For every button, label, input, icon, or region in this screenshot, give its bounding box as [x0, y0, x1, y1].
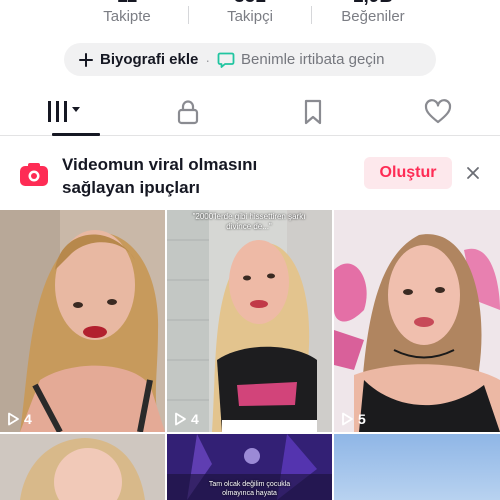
contact-me-button[interactable]: Benimle irtibata geçin [241, 51, 384, 68]
following-label: Takipte [103, 8, 151, 25]
video-thumbnail[interactable]: 4 [0, 210, 165, 432]
bio-contact-bar: Biyografi ekle · Benimle irtibata geçin [64, 43, 436, 76]
plus-icon [78, 52, 94, 68]
video-thumbnail[interactable]: 5 [334, 210, 500, 432]
video-thumbnail-image [334, 210, 500, 432]
heart-icon [424, 99, 451, 124]
following-stat[interactable]: 11 Takipte [66, 0, 188, 28]
videos-grid-icon [47, 101, 80, 122]
tab-liked[interactable] [375, 96, 500, 135]
view-count-value: 4 [24, 411, 32, 427]
play-icon [342, 412, 353, 426]
video-thumbnail[interactable]: "2000'lerde gibi hissettiren şarkı divin… [167, 210, 332, 432]
create-button[interactable]: Oluştur [364, 157, 452, 189]
likes-count: 1,9B [312, 0, 434, 8]
viral-tips-banner: Videomun viral olmasını sağlayan ipuçlar… [0, 137, 500, 210]
video-thumbnail-image [167, 210, 332, 432]
view-count-value: 5 [358, 411, 366, 427]
video-caption: Tam olcak değilim çocukla olmayınca haya… [208, 481, 291, 497]
tab-videos[interactable] [0, 96, 125, 136]
followers-count: 351 [189, 0, 311, 8]
play-icon [175, 412, 186, 426]
add-bio-button[interactable]: Biyografi ekle [100, 51, 198, 68]
lock-icon [177, 100, 198, 125]
close-icon[interactable] [465, 165, 481, 181]
view-count: 4 [7, 411, 32, 427]
view-count: 5 [341, 411, 366, 427]
camera-icon [20, 163, 48, 186]
followers-stat[interactable]: 351 Takipçi [189, 0, 311, 28]
video-thumbnail[interactable] [334, 434, 500, 500]
view-count-value: 4 [191, 411, 199, 427]
following-count: 11 [66, 0, 188, 8]
video-thumbnail[interactable]: Tam olcak değilim çocukla olmayınca haya… [167, 434, 332, 500]
likes-label: Beğeniler [341, 8, 405, 25]
play-icon [8, 412, 19, 426]
video-thumbnail[interactable] [0, 434, 165, 500]
followers-label: Takipçi [227, 8, 273, 25]
video-thumbnail-image [0, 210, 165, 432]
video-thumbnail-image [0, 434, 165, 500]
bookmark-icon [304, 99, 321, 125]
video-grid: 4 "2000'lerde gibi hissettiren şarkı div… [0, 210, 500, 500]
chat-bubble-icon [217, 52, 235, 68]
video-thumbnail-image [334, 434, 500, 500]
profile-stats: 11 Takipte 351 Takipçi 1,9B Beğeniler [0, 0, 500, 28]
likes-stat[interactable]: 1,9B Beğeniler [312, 0, 434, 28]
video-caption: "2000'lerde gibi hissettiren şarkı divin… [192, 212, 306, 231]
tab-saved[interactable] [250, 96, 375, 135]
separator-dot: · [205, 51, 211, 68]
profile-tabs [0, 96, 500, 136]
view-count: 4 [174, 411, 199, 427]
tips-title: Videomun viral olmasını sağlayan ipuçlar… [62, 155, 258, 197]
tab-private[interactable] [125, 96, 250, 135]
